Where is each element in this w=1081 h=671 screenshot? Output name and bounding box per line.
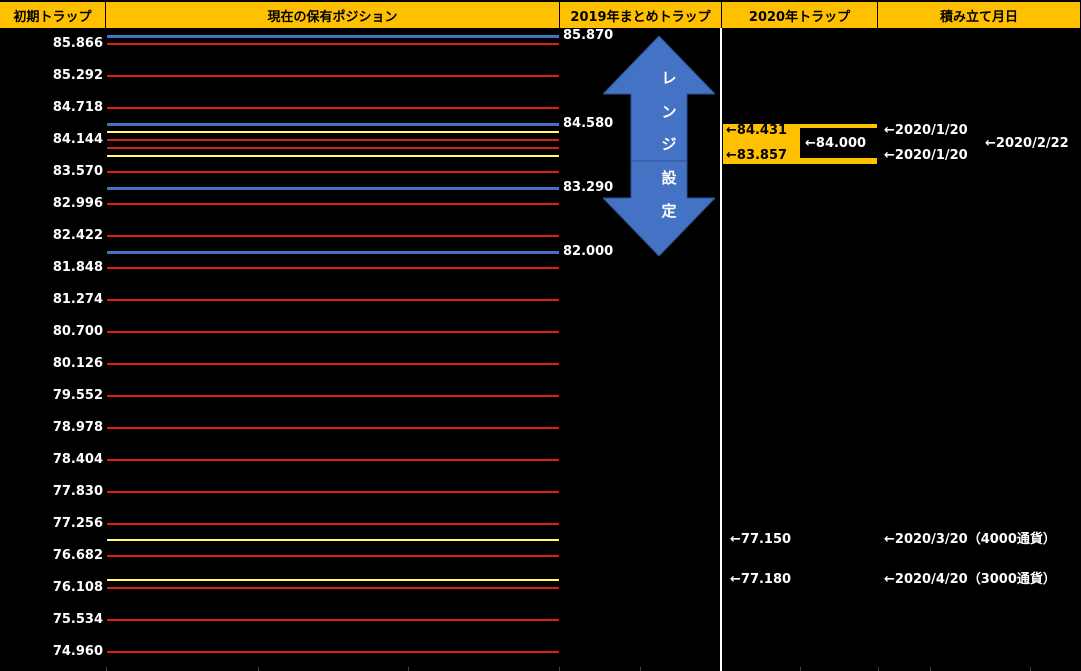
trap-level-label: 82.996 <box>52 196 103 211</box>
trap-level-label: 75.534 <box>52 612 103 627</box>
grid-tick <box>930 667 931 671</box>
column-divider <box>720 28 722 671</box>
trap-2019-line <box>107 123 559 126</box>
accumulation-date-label: ←2020/4/20（3000通貨） <box>884 572 1056 587</box>
header-positions: 現在の保有ポジション <box>106 2 560 28</box>
trap-line <box>107 395 559 397</box>
trap-2020-center-label: ←84.000 <box>805 136 867 151</box>
trap-line <box>107 107 559 109</box>
trap-level-label: 78.978 <box>52 420 103 435</box>
range-label-char: 定 <box>661 202 677 220</box>
trap-2019-line <box>107 187 559 190</box>
trap-line <box>107 619 559 621</box>
grid-tick <box>640 667 641 671</box>
trap-line <box>107 267 559 269</box>
trap-line <box>107 555 559 557</box>
position-line <box>107 131 559 133</box>
grid-tick <box>800 667 801 671</box>
trap-level-label: 82.422 <box>52 228 103 243</box>
trap-level-label: 80.126 <box>52 356 103 371</box>
range-label-char: 設 <box>661 169 677 187</box>
trap-level-label: 81.274 <box>52 292 103 307</box>
trap-line <box>107 427 559 429</box>
trap-level-label: 83.570 <box>52 164 103 179</box>
header-trap-2020: 2020年トラップ <box>722 2 878 28</box>
trap-line <box>107 203 559 205</box>
trap-line <box>107 587 559 589</box>
accumulation-date-label: ←2020/1/20 <box>884 148 968 163</box>
trap-level-label: 77.830 <box>52 484 103 499</box>
trap-level-label: 85.866 <box>52 36 103 51</box>
grid-tick <box>559 667 560 671</box>
grid-tick <box>106 667 107 671</box>
range-label-char: ジ <box>661 135 677 153</box>
trap-2020-label: ←84.431 <box>726 123 788 138</box>
trap-2020-label: ←83.857 <box>726 148 788 163</box>
trap-line <box>107 331 559 333</box>
trap-level-label: 85.292 <box>52 68 103 83</box>
position-line <box>107 539 559 541</box>
trap-line <box>107 43 559 45</box>
trap-level-label: 84.144 <box>52 132 103 147</box>
trap-line <box>107 235 559 237</box>
range-label-char: レ <box>661 69 677 87</box>
trap-line <box>107 491 559 493</box>
trap-2019-line <box>107 251 559 254</box>
position-line <box>107 155 559 157</box>
trap-level-label: 74.960 <box>52 644 103 659</box>
position-line <box>107 579 559 581</box>
trap-line <box>107 299 559 301</box>
trap-level-label: 84.718 <box>52 100 103 115</box>
trap-level-label: 80.700 <box>52 324 103 339</box>
accumulation-date-label: ←2020/2/22 <box>985 136 1069 151</box>
grid-tick <box>878 667 879 671</box>
accumulation-date-label: ←2020/3/20（4000通貨） <box>884 532 1056 547</box>
range-label-char: ン <box>661 103 677 121</box>
grid-tick <box>408 667 409 671</box>
trap-line <box>107 459 559 461</box>
trap-level-label: 76.108 <box>52 580 103 595</box>
accumulation-date-label: ←2020/1/20 <box>884 123 968 138</box>
trap-level-label: 79.552 <box>52 388 103 403</box>
trap-line <box>107 75 559 77</box>
trap-line <box>107 171 559 173</box>
trap-2019-line <box>107 35 559 38</box>
trap-2020-label: ←77.180 <box>730 572 792 587</box>
trap-level-label: 81.848 <box>52 260 103 275</box>
header-accumulation-date: 積み立て月日 <box>878 2 1081 28</box>
trap-line <box>107 363 559 365</box>
header-trap-2019: 2019年まとめトラップ <box>560 2 722 28</box>
trap-line <box>107 139 559 141</box>
trap-2020-label: ←77.150 <box>730 532 792 547</box>
trap-line <box>107 651 559 653</box>
header-initial-trap: 初期トラップ <box>0 2 106 28</box>
trap-level-label: 78.404 <box>52 452 103 467</box>
trap-level-label: 76.682 <box>52 548 103 563</box>
grid-tick <box>258 667 259 671</box>
trap-line <box>107 523 559 525</box>
trap-level-label: 77.256 <box>52 516 103 531</box>
grid-tick <box>1030 667 1031 671</box>
trap-line <box>107 147 559 149</box>
